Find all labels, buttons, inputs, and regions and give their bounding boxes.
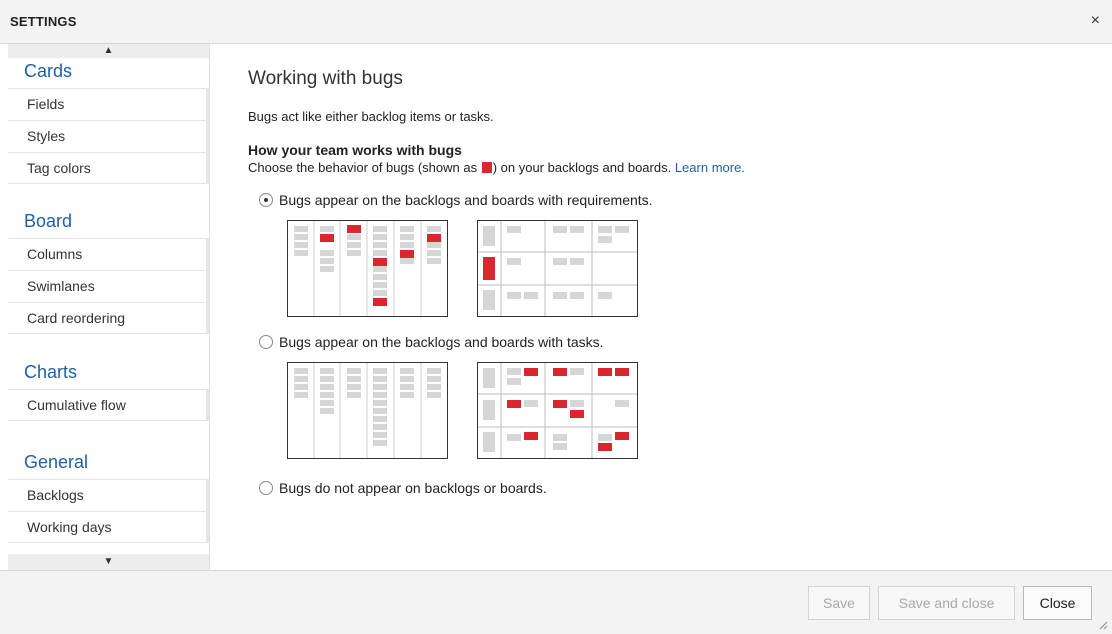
intro-text: Bugs act like either backlog items or ta… (248, 109, 494, 124)
settings-sidebar: ▲ Cards Fields Styles Tag colors Board C… (8, 44, 209, 570)
option-tasks-label: Bugs appear on the backlogs and boards w… (279, 334, 604, 350)
dialog-title: SETTINGS (10, 14, 77, 29)
sidebar-item-card-reordering[interactable]: Card reordering (8, 302, 209, 334)
sidebar-heading-charts: Charts (24, 362, 78, 382)
sidebar-item-working-days[interactable]: Working days (8, 511, 209, 543)
option-none-label: Bugs do not appear on backlogs or boards… (279, 480, 547, 496)
close-icon[interactable]: × (1091, 12, 1100, 30)
save-and-close-button[interactable]: Save and close (878, 586, 1015, 620)
radio-none[interactable] (259, 481, 273, 495)
behavior-description: Choose the behavior of bugs (shown as ) … (248, 160, 745, 175)
backlog-illustration-requirements (287, 220, 448, 317)
sidebar-heading-general: General (24, 452, 89, 472)
backlog-illustration-tasks (287, 362, 448, 459)
option-requirements-label: Bugs appear on the backlogs and boards w… (279, 192, 653, 208)
sidebar-item-tag-colors[interactable]: Tag colors (8, 152, 209, 184)
sidebar-group-board: Board Columns Swimlanes Card reordering (8, 206, 209, 334)
board-illustration-tasks (477, 362, 638, 459)
sidebar-heading-cards: Cards (24, 61, 73, 81)
radio-tasks[interactable] (259, 335, 273, 349)
board-illustration-requirements (477, 220, 638, 317)
option-tasks[interactable]: Bugs appear on the backlogs and boards w… (259, 334, 604, 350)
sidebar-item-swimlanes[interactable]: Swimlanes (8, 270, 209, 302)
option-none[interactable]: Bugs do not appear on backlogs or boards… (259, 480, 547, 496)
sidebar-item-styles[interactable]: Styles (8, 120, 209, 152)
description-text-start: Choose the behavior of bugs (shown as (248, 160, 481, 175)
resize-grip-icon[interactable] (1098, 620, 1108, 630)
close-button[interactable]: Close (1023, 586, 1092, 620)
learn-more-link[interactable]: Learn more. (675, 160, 745, 175)
page-title: Working with bugs (248, 68, 403, 89)
sidebar-item-columns[interactable]: Columns (8, 238, 209, 270)
bug-color-swatch (481, 162, 492, 173)
save-button[interactable]: Save (808, 586, 870, 620)
sidebar-heading-board: Board (24, 211, 73, 231)
dialog-footer: Save Save and close Close (0, 570, 1112, 634)
main-content: Working with bugs Bugs act like either b… (248, 66, 1088, 496)
scroll-down-arrow-icon[interactable]: ▼ (8, 554, 209, 570)
option-requirements[interactable]: Bugs appear on the backlogs and boards w… (259, 192, 653, 208)
radio-requirements[interactable] (259, 193, 273, 207)
description-text-end: ) on your backlogs and boards. (492, 160, 672, 175)
sidebar-item-cumulative-flow[interactable]: Cumulative flow (8, 389, 209, 421)
section-heading: How your team works with bugs (248, 142, 462, 158)
sidebar-item-fields[interactable]: Fields (8, 88, 209, 120)
sidebar-divider (209, 44, 210, 570)
dialog-titlebar: SETTINGS × (0, 0, 1112, 44)
sidebar-group-charts: Charts Cumulative flow (8, 357, 209, 421)
sidebar-group-general: General Backlogs Working days (8, 447, 209, 543)
sidebar-item-backlogs[interactable]: Backlogs (8, 479, 209, 511)
sidebar-group-cards: Cards Fields Styles Tag colors (8, 56, 209, 184)
